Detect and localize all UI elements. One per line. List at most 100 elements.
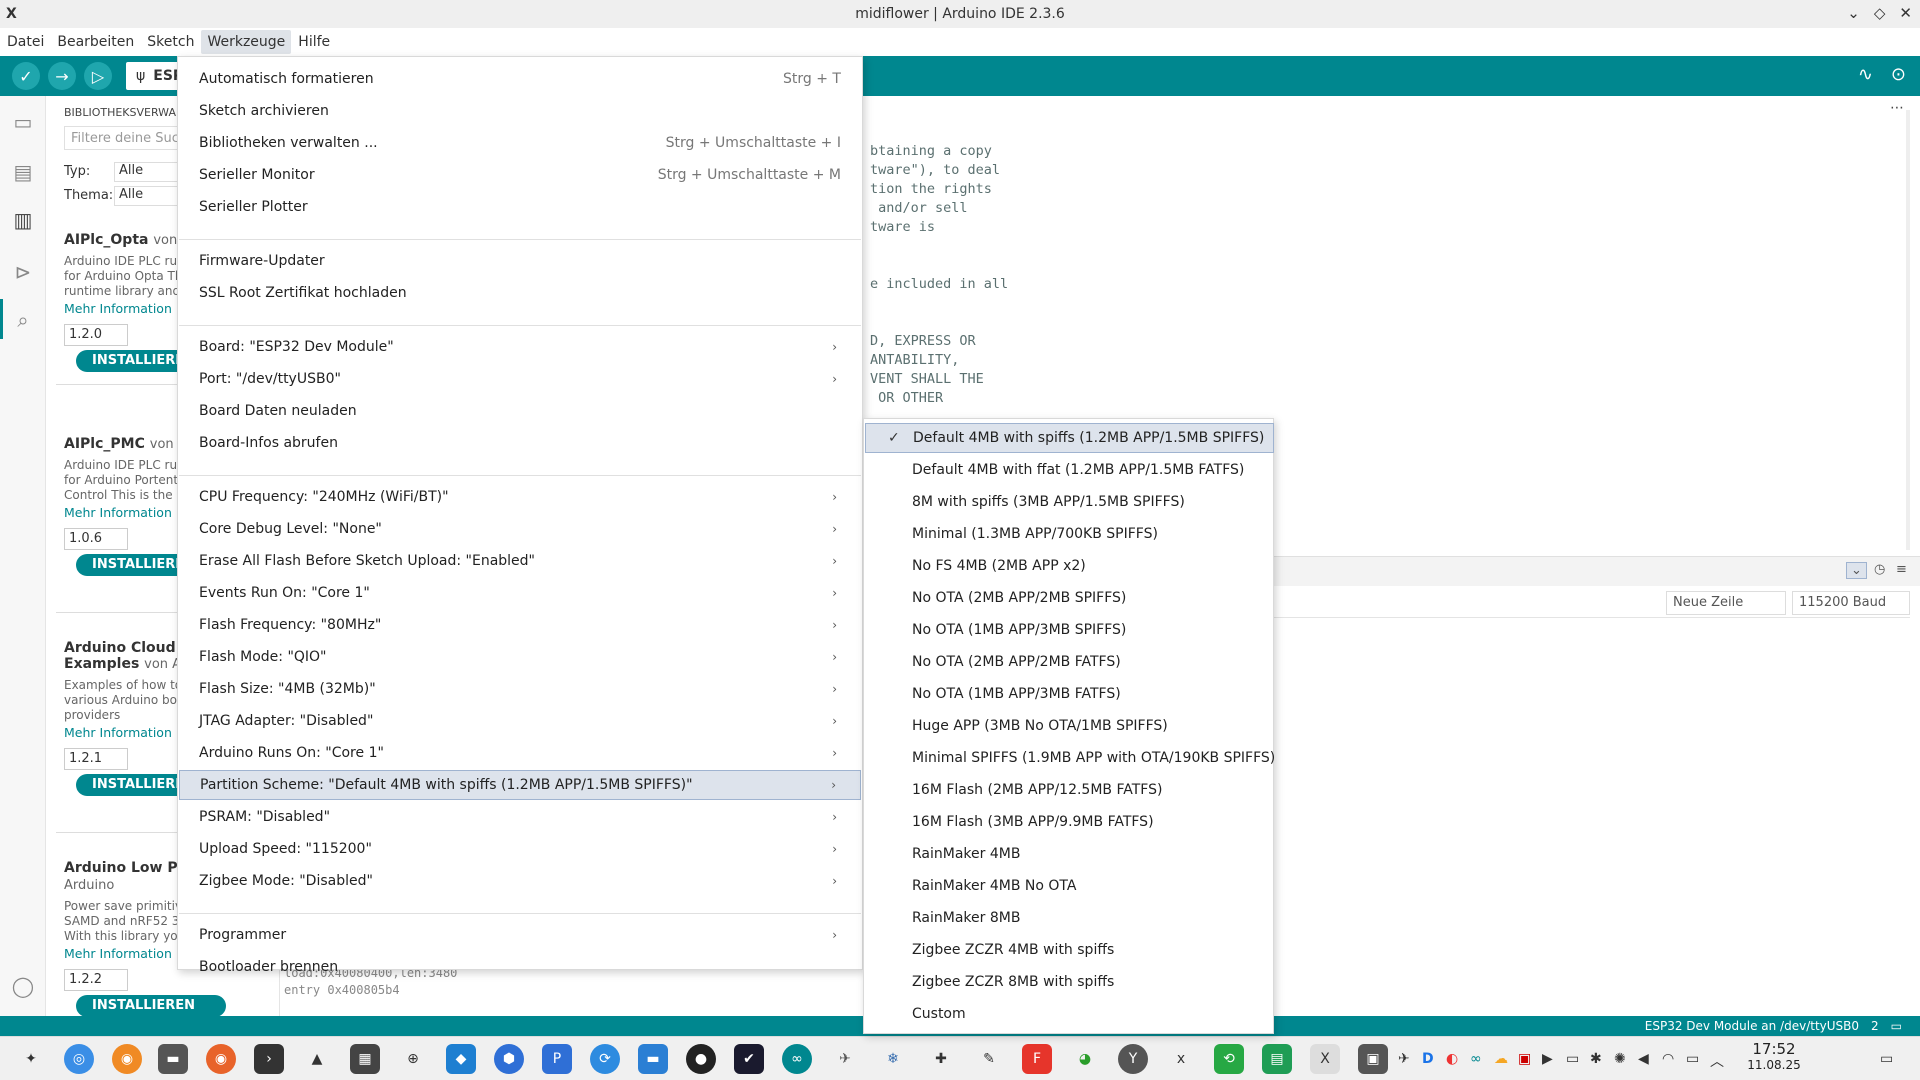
partition-option[interactable]: Zigbee ZCZR 8MB with spiffs — [865, 967, 1274, 997]
terminal-icon[interactable]: › — [254, 1044, 284, 1074]
firefox-icon[interactable]: ◉ — [112, 1044, 142, 1074]
menu-item-sketch-archive[interactable]: Sketch archivieren — [179, 96, 861, 126]
version-select[interactable]: 1.2.2 — [64, 969, 128, 991]
menu-item-reload-board-data[interactable]: Board Daten neuladen — [179, 396, 861, 426]
menu-datei[interactable]: Datei — [1, 30, 50, 54]
partition-option[interactable]: No OTA (2MB APP/2MB SPIFFS) — [865, 583, 1274, 613]
show-desktop-icon[interactable]: ▭ — [1880, 1051, 1893, 1067]
menu-item-zigbee-mode[interactable]: Zigbee Mode: "Disabled" › — [179, 866, 861, 896]
partition-option[interactable]: 16M Flash (2MB APP/12.5MB FATFS) — [865, 775, 1274, 805]
alien-icon[interactable]: ◕ — [1070, 1044, 1100, 1074]
menu-item-psram[interactable]: PSRAM: "Disabled" › — [179, 802, 861, 832]
partition-option[interactable]: RainMaker 8MB — [865, 903, 1274, 933]
calculator-icon[interactable]: ▦ — [350, 1044, 380, 1074]
partition-option[interactable]: No OTA (1MB APP/3MB SPIFFS) — [865, 615, 1274, 645]
firefox-alt-icon[interactable]: ◉ — [206, 1044, 236, 1074]
maximize-icon[interactable]: ◇ — [1874, 4, 1886, 22]
minimize-icon[interactable]: ⌄ — [1847, 4, 1860, 22]
menu-item-erase-all-flash[interactable]: Erase All Flash Before Sketch Upload: "E… — [179, 546, 861, 576]
tray-icon[interactable]: ✈ — [1398, 1051, 1410, 1067]
menu-item-flash-size[interactable]: Flash Size: "4MB (32Mb)" › — [179, 674, 861, 704]
partition-option[interactable]: Custom — [865, 999, 1274, 1029]
music-icon[interactable]: ● — [686, 1044, 716, 1074]
tray-icon[interactable]: ▣ — [1518, 1051, 1531, 1067]
notification-count[interactable]: 2 — [1871, 1019, 1879, 1033]
version-select[interactable]: 1.0.6 — [64, 528, 128, 550]
menu-hilfe[interactable]: Hilfe — [292, 30, 336, 54]
math-icon[interactable]: x — [1166, 1044, 1196, 1074]
menu-bearbeiten[interactable]: Bearbeiten — [51, 30, 140, 54]
tool-icon[interactable]: ✈ — [830, 1044, 860, 1074]
verify-button[interactable]: ✓ — [12, 62, 40, 90]
clock[interactable]: 17:52 11.08.25 — [1738, 1041, 1810, 1073]
close-icon[interactable]: ✕ — [1899, 4, 1912, 22]
autoscroll-icon[interactable]: ⌄ — [1846, 562, 1867, 579]
account-icon[interactable]: ◯ — [11, 974, 35, 998]
kicad-icon[interactable]: ✔ — [734, 1044, 764, 1074]
debug-button[interactable]: ▷ — [84, 62, 112, 90]
board-port-status[interactable]: ESP32 Dev Module an /dev/ttyUSB0 — [1645, 1019, 1859, 1033]
menu-item-port[interactable]: Port: "/dev/ttyUSB0" › — [179, 364, 861, 394]
partition-option[interactable]: ✓ Default 4MB with spiffs (1.2MB APP/1.5M… — [865, 423, 1274, 453]
line-ending-select[interactable]: Neue Zeile — [1666, 591, 1786, 615]
serial-plotter-icon[interactable]: ∿ — [1858, 64, 1873, 85]
menu-item-burn-bootloader[interactable]: Bootloader brennen — [179, 952, 861, 982]
serial-monitor-icon[interactable]: ⊙ — [1891, 64, 1906, 85]
menu-item-cpu-frequency[interactable]: CPU Frequency: "240MHz (WiFi/BT)" › — [179, 482, 861, 512]
launcher-icon[interactable]: ✦ — [16, 1044, 46, 1074]
sync-icon[interactable]: ⟳ — [590, 1044, 620, 1074]
p-app-icon[interactable]: P — [542, 1044, 572, 1074]
partition-option[interactable]: Huge APP (3MB No OTA/1MB SPIFFS) — [865, 711, 1274, 741]
volume-icon[interactable]: ◀ — [1638, 1051, 1649, 1067]
app-icon[interactable]: ▲ — [302, 1044, 332, 1074]
menu-item-ssl-root-upload[interactable]: SSL Root Zertifikat hochladen — [179, 278, 861, 308]
brightness-icon[interactable]: ✺ — [1614, 1051, 1626, 1067]
search-app-icon[interactable]: ⊕ — [398, 1044, 428, 1074]
tray-icon[interactable]: D — [1422, 1051, 1434, 1067]
more-icon[interactable]: ⋯ — [1890, 100, 1904, 116]
store-icon[interactable]: ◆ — [446, 1044, 476, 1074]
menu-item-programmer[interactable]: Programmer › — [179, 920, 861, 950]
vpn-icon[interactable]: ⬢ — [494, 1044, 524, 1074]
app-icon[interactable]: ✎ — [974, 1044, 1004, 1074]
sheet-icon[interactable]: ▤ — [1262, 1044, 1292, 1074]
battery-icon[interactable]: ▭ — [1686, 1051, 1699, 1067]
tray-icon[interactable]: ☁ — [1494, 1051, 1508, 1067]
bluetooth-icon[interactable]: ✱ — [1590, 1051, 1602, 1067]
menu-item-firmware-updater[interactable]: Firmware-Updater — [179, 246, 861, 276]
partition-option[interactable]: 8M with spiffs (3MB APP/1.5MB SPIFFS) — [865, 487, 1274, 517]
boards-icon[interactable]: ▤ — [11, 160, 35, 184]
folder-app-icon[interactable]: ▬ — [638, 1044, 668, 1074]
menu-sketch[interactable]: Sketch — [141, 30, 200, 54]
panel-toggle-icon[interactable]: ▭ — [1891, 1019, 1902, 1033]
menu-item-auto-format[interactable]: Automatisch formatieren Strg + T — [179, 64, 861, 94]
menu-item-arduino-runs-on[interactable]: Arduino Runs On: "Core 1" › — [179, 738, 861, 768]
version-select[interactable]: 1.2.0 — [64, 324, 128, 346]
menu-werkzeuge[interactable]: Werkzeuge — [201, 30, 292, 54]
clear-output-icon[interactable]: ≡ — [1896, 562, 1907, 577]
debug-icon[interactable]: ⊳ — [11, 260, 35, 284]
partition-option[interactable]: Minimal SPIFFS (1.9MB APP with OTA/190KB… — [865, 743, 1275, 773]
menu-item-board[interactable]: Board: "ESP32 Dev Module" › — [179, 332, 861, 362]
files-icon[interactable]: ▬ — [158, 1044, 188, 1074]
tray-icon[interactable]: ◐ — [1446, 1051, 1458, 1067]
library-icon[interactable]: ▥ — [11, 208, 35, 232]
check-app-icon[interactable]: ⟲ — [1214, 1044, 1244, 1074]
menu-item-serial-monitor[interactable]: Serieller Monitor Strg + Umschalttaste + … — [179, 160, 861, 190]
partition-option[interactable]: 16M Flash (3MB APP/9.9MB FATFS) — [865, 807, 1274, 837]
partition-option[interactable]: RainMaker 4MB — [865, 839, 1274, 869]
inkscape-icon[interactable]: Y — [1118, 1044, 1148, 1074]
tray-icon[interactable]: ∞ — [1470, 1051, 1482, 1067]
f-app-icon[interactable]: F — [1022, 1044, 1052, 1074]
partition-option[interactable]: No OTA (1MB APP/3MB FATFS) — [865, 679, 1274, 709]
snowflake-icon[interactable]: ❄ — [878, 1044, 908, 1074]
folder-icon[interactable]: ▭ — [11, 110, 35, 134]
menu-item-flash-frequency[interactable]: Flash Frequency: "80MHz" › — [179, 610, 861, 640]
timestamp-icon[interactable]: ◷ — [1874, 562, 1885, 577]
partition-option[interactable]: Default 4MB with ffat (1.2MB APP/1.5MB F… — [865, 455, 1274, 485]
menu-item-manage-libraries[interactable]: Bibliotheken verwalten ... Strg + Umschal… — [179, 128, 861, 158]
screen-icon[interactable]: ▣ — [1358, 1044, 1388, 1074]
install-button[interactable]: INSTALLIEREN — [76, 995, 226, 1016]
wifi-icon[interactable]: ◠ — [1662, 1051, 1674, 1067]
menu-item-partition-scheme[interactable]: Partition Scheme: "Default 4MB with spif… — [179, 770, 861, 800]
